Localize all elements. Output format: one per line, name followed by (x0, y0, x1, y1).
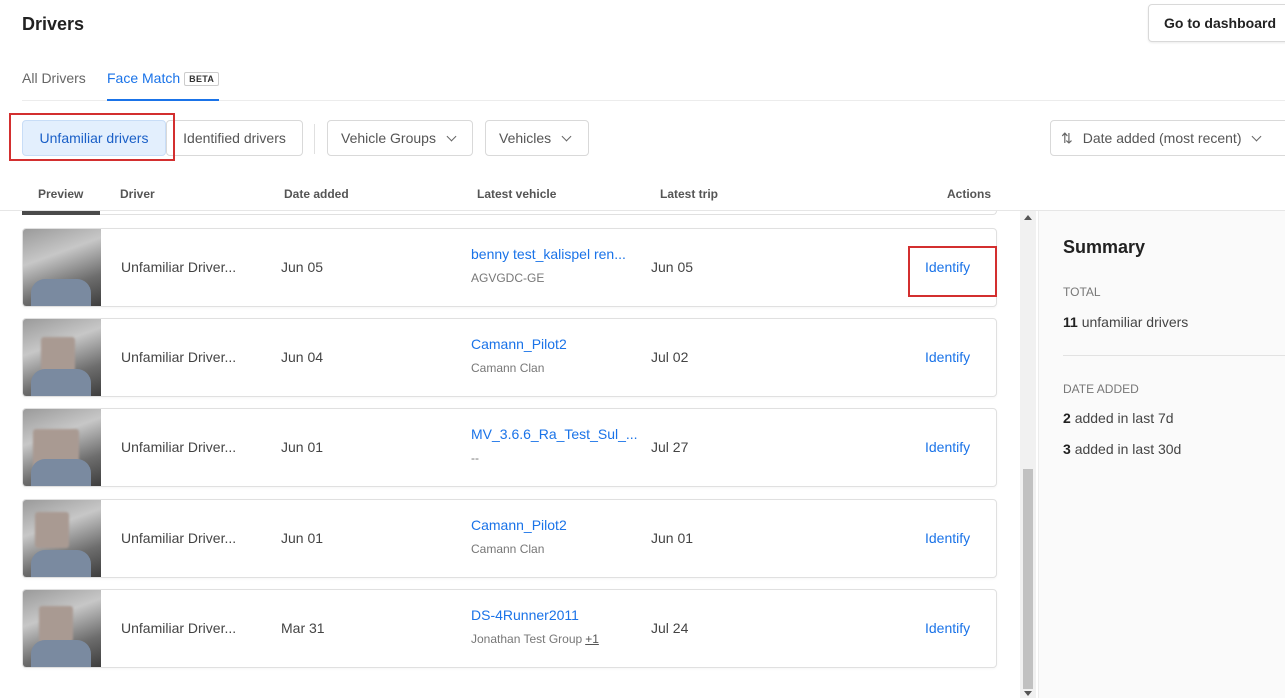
last-7d-line: 2 added in last 7d (1063, 410, 1174, 426)
identify-button[interactable]: Identify (925, 530, 970, 546)
scroll-up-icon[interactable] (1024, 215, 1032, 220)
list-item (22, 211, 997, 215)
column-header-preview: Preview (38, 187, 84, 201)
dropdown-label: Vehicle Groups (341, 130, 436, 146)
tab-bar: All Drivers Face Match BETA (22, 70, 1285, 101)
vehicle-group-name: Jonathan Test Group (471, 632, 583, 646)
dropdown-label: Date added (most recent) (1082, 130, 1242, 146)
date-added: Jun 01 (281, 530, 324, 546)
vehicle-group: Camann Clan (471, 542, 545, 556)
more-groups-link[interactable]: +1 (585, 632, 599, 646)
scroll-down-icon[interactable] (1024, 691, 1032, 696)
column-header-date-added: Date added (284, 187, 349, 201)
vehicles-dropdown[interactable]: Vehicles (485, 120, 589, 156)
latest-trip: Jul 02 (651, 349, 689, 365)
last-7d-text: added in last 7d (1074, 410, 1174, 426)
latest-trip: Jun 05 (651, 259, 694, 275)
latest-trip: Jul 27 (651, 439, 689, 455)
vehicle-groups-dropdown[interactable]: Vehicle Groups (327, 120, 473, 156)
date-added: Jun 05 (281, 259, 324, 275)
total-label: TOTAL (1063, 285, 1101, 299)
driver-preview-image[interactable] (23, 229, 101, 306)
chevron-down-icon (446, 131, 457, 141)
date-added: Jun 01 (281, 439, 324, 455)
identify-button[interactable]: Identify (925, 620, 970, 636)
driver-name: Unfamiliar Driver... (121, 439, 237, 455)
beta-badge: BETA (184, 72, 220, 86)
column-header-actions: Actions (947, 187, 992, 201)
column-header-latest-trip: Latest trip (660, 187, 719, 201)
vehicle-link[interactable]: DS-4Runner2011 (471, 607, 579, 623)
column-header-latest-vehicle: Latest vehicle (477, 187, 557, 201)
vehicle-link[interactable]: Camann_Pilot2 (471, 336, 567, 352)
identify-button[interactable]: Identify (925, 349, 970, 365)
tab-all-drivers[interactable]: All Drivers (22, 70, 86, 101)
tab-face-match[interactable]: Face Match BETA (107, 70, 220, 101)
date-added: Mar 31 (281, 620, 325, 636)
driver-preview-image[interactable] (23, 590, 101, 667)
identify-button[interactable]: Identify (925, 439, 970, 455)
last-30d-line: 3 added in last 30d (1063, 441, 1181, 457)
latest-trip: Jun 01 (651, 530, 694, 546)
vehicle-group: Jonathan Test Group +1 (471, 632, 599, 646)
tab-label: Face Match (107, 70, 181, 86)
list-item: Unfamiliar Driver... Mar 31 DS-4Runner20… (22, 589, 997, 668)
summary-panel: Summary TOTAL 11 unfamiliar drivers DATE… (1038, 211, 1285, 698)
date-added: Jun 04 (281, 349, 324, 365)
driver-preview-image[interactable] (23, 409, 101, 486)
last-7d-count: 2 (1063, 410, 1071, 426)
page-title: Drivers (22, 14, 85, 34)
vehicle-group: Camann Clan (471, 361, 545, 375)
list-item: Unfamiliar Driver... Jun 01 Camann_Pilot… (22, 499, 997, 578)
last-30d-text: added in last 30d (1074, 441, 1182, 457)
driver-preview-image[interactable] (23, 500, 101, 577)
total-text: unfamiliar drivers (1081, 314, 1189, 330)
identified-drivers-toggle[interactable]: Identified drivers (166, 120, 303, 156)
scroll-thumb[interactable] (1023, 469, 1033, 689)
vehicle-link[interactable]: MV_3.6.6_Ra_Test_Sul_... (471, 426, 638, 442)
list-item: Unfamiliar Driver... Jun 01 MV_3.6.6_Ra_… (22, 408, 997, 487)
list-item: Unfamiliar Driver... Jun 05 benny test_k… (22, 228, 997, 307)
driver-name: Unfamiliar Driver... (121, 349, 237, 365)
unfamiliar-drivers-toggle[interactable]: Unfamiliar drivers (22, 120, 166, 156)
vehicle-group: -- (471, 451, 479, 465)
vehicle-group: AGVGDC-GE (471, 271, 545, 285)
column-header-driver: Driver (120, 187, 155, 201)
date-added-label: DATE ADDED (1063, 382, 1139, 396)
driver-name: Unfamiliar Driver... (121, 530, 237, 546)
chevron-down-icon (561, 131, 572, 141)
total-count: 11 (1063, 314, 1078, 330)
driver-name: Unfamiliar Driver... (121, 259, 237, 275)
last-30d-count: 3 (1063, 441, 1071, 457)
vehicle-link[interactable]: benny test_kalispel ren... (471, 246, 626, 262)
tab-label: All Drivers (22, 70, 86, 86)
go-to-dashboard-button[interactable]: Go to dashboard (1148, 4, 1285, 42)
identify-button[interactable]: Identify (925, 259, 970, 275)
vehicle-link[interactable]: Camann_Pilot2 (471, 517, 567, 533)
total-line: 11 unfamiliar drivers (1063, 314, 1188, 330)
list-item: Unfamiliar Driver... Jun 04 Camann_Pilot… (22, 318, 997, 397)
sort-arrows-icon: ⇅ (1061, 129, 1073, 146)
dropdown-label: Vehicles (499, 130, 552, 146)
divider (314, 124, 315, 154)
divider (1063, 355, 1285, 356)
driver-list: Unfamiliar Driver... Jun 05 benny test_k… (0, 211, 1020, 698)
latest-trip: Jul 24 (651, 620, 689, 636)
driver-preview-image[interactable] (23, 319, 101, 396)
sort-dropdown[interactable]: ⇅ Date added (most recent) (1050, 120, 1285, 156)
chevron-down-icon (1252, 131, 1262, 141)
list-scrollbar[interactable] (1020, 211, 1036, 698)
driver-name: Unfamiliar Driver... (121, 620, 237, 636)
summary-title: Summary (1063, 237, 1146, 257)
driver-preview-image (22, 211, 100, 215)
